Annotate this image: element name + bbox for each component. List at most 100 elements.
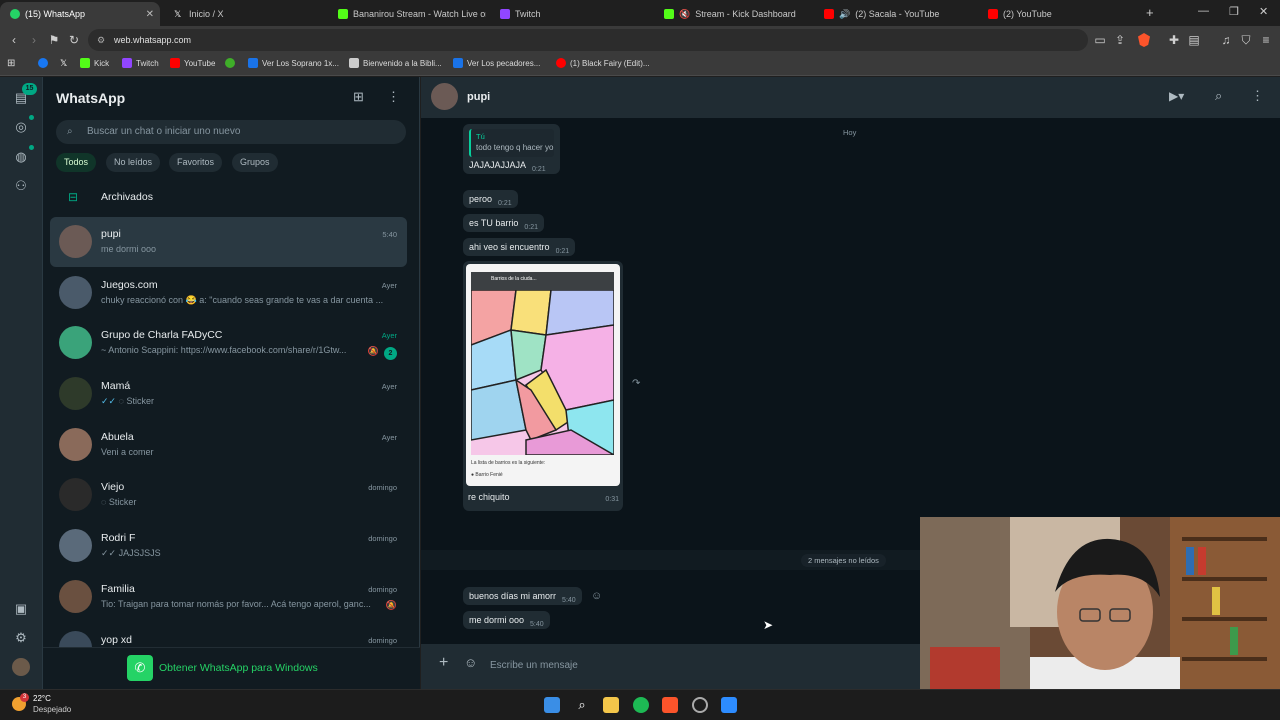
tab-whatsapp[interactable]: (15) WhatsApp ✕	[0, 2, 160, 26]
chat-row-rodri[interactable]: Rodri F ✓✓ JAJSJSJS domingo	[50, 521, 407, 571]
muted-audio-icon: 🔇	[679, 8, 691, 19]
muted-icon: 🔕	[367, 346, 379, 356]
start-windows-icon[interactable]	[544, 697, 560, 713]
tab-kick-stream[interactable]: Bananirou Stream - Watch Live on Ki	[328, 2, 486, 26]
search-chat-icon[interactable]: ⌕	[1215, 88, 1222, 104]
cast-icon[interactable]: ▭	[1092, 32, 1108, 48]
bookmark-label: Kick	[94, 58, 110, 68]
bookmark-soprano[interactable]: Ver Los Soprano 1x...	[248, 58, 339, 68]
tab-youtube-sacala[interactable]: 🔊 (2) Sacala - YouTube	[814, 2, 974, 26]
archived-row[interactable]: ⊟ Archivados	[43, 183, 420, 213]
tab-twitch[interactable]: Twitch	[490, 2, 650, 26]
message-bubble[interactable]: es TU barrio 0:21	[463, 214, 544, 232]
sidebar-toggle-icon[interactable]: ▤	[1186, 32, 1202, 48]
forward-icon[interactable]: ↷	[632, 378, 640, 389]
settings-icon[interactable]: ⚙	[12, 629, 30, 647]
map-screenshot-image[interactable]: Barrios de la ciuda... La lista de barri…	[466, 264, 620, 486]
vpn-shield-icon[interactable]: ⛉	[1238, 32, 1254, 48]
tab-label: Twitch	[515, 9, 541, 19]
close-window-icon[interactable]: ✕	[1259, 5, 1268, 18]
bookmark-icon[interactable]: ⚑	[46, 32, 62, 48]
tab-x[interactable]: 𝕏 Inicio / X	[164, 2, 324, 26]
forward-icon[interactable]: ›	[26, 32, 42, 48]
brave-shield-icon[interactable]	[1138, 33, 1150, 47]
filter-favoritos[interactable]: Favoritos	[169, 153, 223, 172]
menu-icon[interactable]: ≡	[1258, 32, 1274, 48]
bookmark-extension[interactable]	[225, 58, 235, 68]
bookmark-x[interactable]: 𝕏	[60, 58, 67, 69]
message-text: JAJSJSJS	[118, 548, 161, 558]
reaction-emoji-icon[interactable]: ☺	[591, 590, 602, 602]
site-settings-icon[interactable]: ⚙	[97, 29, 105, 51]
bookmark-black-fairy[interactable]: (1) Black Fairy (Edit)...	[556, 58, 650, 68]
bookmark-twitch[interactable]: Twitch	[122, 58, 159, 68]
chat-row-abuela[interactable]: Abuela Veni a comer Ayer	[50, 420, 407, 470]
image-message-bubble[interactable]: Barrios de la ciuda... La lista de barri…	[463, 261, 623, 511]
chat-time: Ayer	[381, 382, 397, 391]
chat-menu-icon[interactable]: ⋮	[1251, 88, 1264, 104]
search-taskbar-icon[interactable]: ⌕	[574, 697, 590, 713]
chat-time: domingo	[368, 483, 397, 492]
chat-time: Ayer	[381, 281, 397, 290]
chat-row-viejo[interactable]: Viejo ◌ Sticker domingo	[50, 470, 407, 520]
minimize-icon[interactable]: —	[1198, 5, 1209, 17]
filter-todos[interactable]: Todos	[56, 153, 97, 172]
menu-dots-icon[interactable]: ⋮	[387, 89, 400, 105]
filter-grupos[interactable]: Grupos	[232, 153, 278, 172]
contact-avatar[interactable]	[431, 83, 458, 110]
message-bubble[interactable]: buenos días mi amorr 5:40	[463, 587, 582, 605]
obs-icon[interactable]	[692, 697, 708, 713]
message-time: 0:21	[555, 248, 570, 255]
bookmark-kick[interactable]: Kick	[80, 58, 109, 68]
chat-row-familia[interactable]: Familia Tio: Traigan para tomar nomás po…	[50, 572, 407, 622]
chat-row-juegos[interactable]: Juegos.com chuky reaccionó con 😂 a: "cua…	[50, 268, 407, 318]
media-gallery-icon[interactable]: ▣	[12, 600, 30, 618]
tab-youtube[interactable]: (2) YouTube	[978, 2, 1138, 26]
message-input[interactable]: Escribe un mensaje	[484, 652, 924, 680]
bookmark-pecadores[interactable]: Ver Los pecadores...	[453, 58, 540, 68]
video-call-icon[interactable]: ▶▾	[1169, 89, 1184, 103]
extensions-icon[interactable]: ✚	[1166, 32, 1182, 48]
message-bubble[interactable]: peroo 0:21	[463, 190, 518, 208]
spotify-icon[interactable]	[633, 697, 649, 713]
address-bar[interactable]: ⚙ web.whatsapp.com	[88, 29, 1088, 51]
zoom-icon[interactable]	[721, 697, 737, 713]
chat-last-message: ◌ Sticker	[101, 497, 391, 507]
chat-row-mama[interactable]: Mamá ✓✓ ◌ Sticker Ayer	[50, 369, 407, 419]
bookmarks-bar: ⊞ 𝕏 Kick Twitch YouTube Ver Los Soprano …	[0, 54, 1280, 76]
new-chat-icon[interactable]: ⊞	[353, 89, 364, 105]
windows-taskbar: 3 22°C Despejado ⌕	[0, 689, 1280, 720]
media-icon[interactable]: ♫	[1218, 32, 1234, 48]
attach-plus-icon[interactable]: +	[439, 654, 448, 672]
brave-browser-icon[interactable]	[662, 697, 678, 713]
chat-header[interactable]: pupi ▶▾ ⌕ ⋮	[421, 77, 1280, 118]
close-tab-icon[interactable]: ✕	[146, 9, 154, 20]
get-windows-button[interactable]: ✆ Obtener WhatsApp para Windows	[127, 655, 318, 681]
filter-no-leidos[interactable]: No leídos	[106, 153, 161, 172]
communities-icon[interactable]: ⚇	[12, 177, 30, 195]
chat-row-grupo-charla[interactable]: Grupo de Charla FADyCC ~ Antonio Scappin…	[50, 318, 407, 368]
quoted-message[interactable]: Tú todo tengo q hacer yo	[469, 129, 554, 157]
profile-avatar[interactable]	[12, 658, 30, 676]
message-bubble[interactable]: ahi veo si encuentro 0:21	[463, 238, 576, 256]
chat-row-pupi[interactable]: pupi me dormi ooo 5:40	[50, 217, 407, 267]
message-bubble-quoted[interactable]: Tú todo tengo q hacer yo JAJAJAJJAJA 0:21	[463, 124, 560, 174]
reload-icon[interactable]: ↻	[66, 32, 82, 48]
search-input[interactable]: ⌕ Buscar un chat o iniciar uno nuevo	[56, 120, 406, 144]
restore-icon[interactable]: ❐	[1229, 5, 1239, 18]
bookmark-facebook[interactable]	[38, 58, 48, 68]
bookmark-youtube[interactable]: YouTube	[170, 58, 215, 68]
back-icon[interactable]: ‹	[6, 32, 22, 48]
channels-icon[interactable]: ◍	[12, 148, 30, 166]
share-icon[interactable]: ⇪	[1112, 32, 1128, 48]
status-icon[interactable]: ◎	[12, 118, 30, 136]
chat-row-yop[interactable]: yop xd domingo	[50, 623, 407, 647]
tab-kick-dashboard[interactable]: 🔇 Stream - Kick Dashboard	[654, 2, 814, 26]
message-bubble[interactable]: me dormi ooo 5:40	[463, 611, 550, 629]
bookmark-biblioteca[interactable]: Bienvenido a la Bibli...	[349, 58, 442, 68]
file-explorer-icon[interactable]	[603, 697, 619, 713]
sticker-emoji-icon[interactable]: ☺	[464, 655, 477, 670]
twitch-favicon-icon	[500, 9, 510, 19]
apps-grid-icon[interactable]: ⊞	[7, 58, 15, 69]
new-tab-button[interactable]: +	[1146, 5, 1154, 20]
